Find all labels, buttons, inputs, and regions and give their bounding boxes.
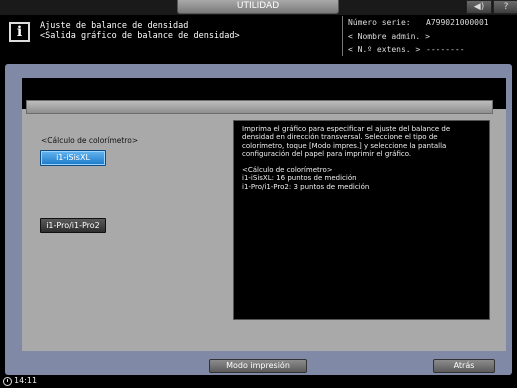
clock-time: 14:11 [14, 376, 38, 385]
serial-label: Número serie: [348, 18, 411, 27]
i1-isisxl-button[interactable]: i1-iSisXL [40, 150, 106, 166]
status-bar [0, 375, 517, 388]
info-box: Imprima el gráfico para especificar el a… [233, 120, 490, 320]
extension-value: -------- [426, 45, 465, 54]
info-icon: i [9, 22, 30, 42]
i1-pro-button[interactable]: i1-Pro/i1-Pro2 [40, 218, 106, 233]
header-divider [342, 16, 343, 56]
page-title: Ajuste de balance de densidad [40, 21, 189, 31]
colorimeter-label: <Cálculo de colorímetro> [41, 136, 139, 145]
info-paragraph: Imprima el gráfico para especificar el a… [242, 125, 451, 158]
calc-line-isisxl: i1-iSisXL: 16 puntos de medición [242, 174, 357, 183]
admin-name-label: < Nombre admin. > [348, 32, 430, 41]
back-button[interactable]: Atrás [433, 359, 495, 373]
calc-heading: <Cálculo de colorímetro> [242, 166, 333, 175]
clock-icon [3, 377, 12, 386]
page-subtitle: <Salida gráfico de balance de densidad> [40, 31, 240, 41]
speaker-icon: ◀) [473, 2, 485, 12]
extension-label: < N.º extens. > [348, 45, 421, 54]
help-button[interactable]: ? [493, 0, 517, 14]
volume-button[interactable]: ◀) [466, 0, 492, 14]
section-bar [26, 100, 493, 114]
utility-tab: UTILIDAD [177, 0, 339, 14]
calc-line-pro: i1-Pro/i1-Pro2: 3 puntos de medición [242, 182, 370, 191]
serial-value: A799021000001 [426, 18, 489, 27]
print-mode-button[interactable]: Modo impresión [209, 359, 307, 373]
